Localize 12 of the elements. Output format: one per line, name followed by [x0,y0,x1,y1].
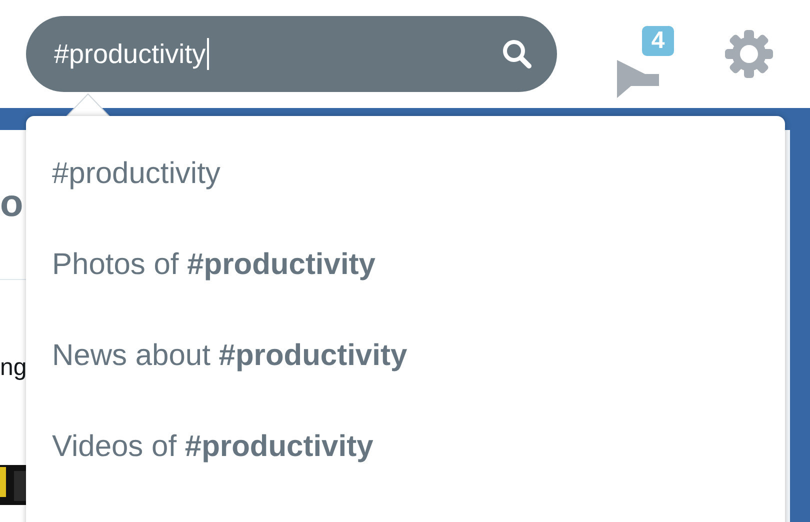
suggestion-item[interactable]: Photos of #productivity [26,243,785,334]
message-count-badge: 4 [639,23,677,59]
suggestion-item[interactable]: Videos of #productivity [26,425,785,516]
tweet-text: ng [0,352,27,382]
suggestion-item[interactable]: News about #productivity [26,334,785,425]
suggestion-item[interactable]: #productivity [26,152,785,243]
settings-icon[interactable] [723,28,775,80]
search-text: #productivity [54,34,501,74]
search-field[interactable]: #productivity [26,16,557,92]
search-icon[interactable] [501,38,533,70]
card-heading: o [0,182,24,227]
messages-icon[interactable] [615,60,661,100]
